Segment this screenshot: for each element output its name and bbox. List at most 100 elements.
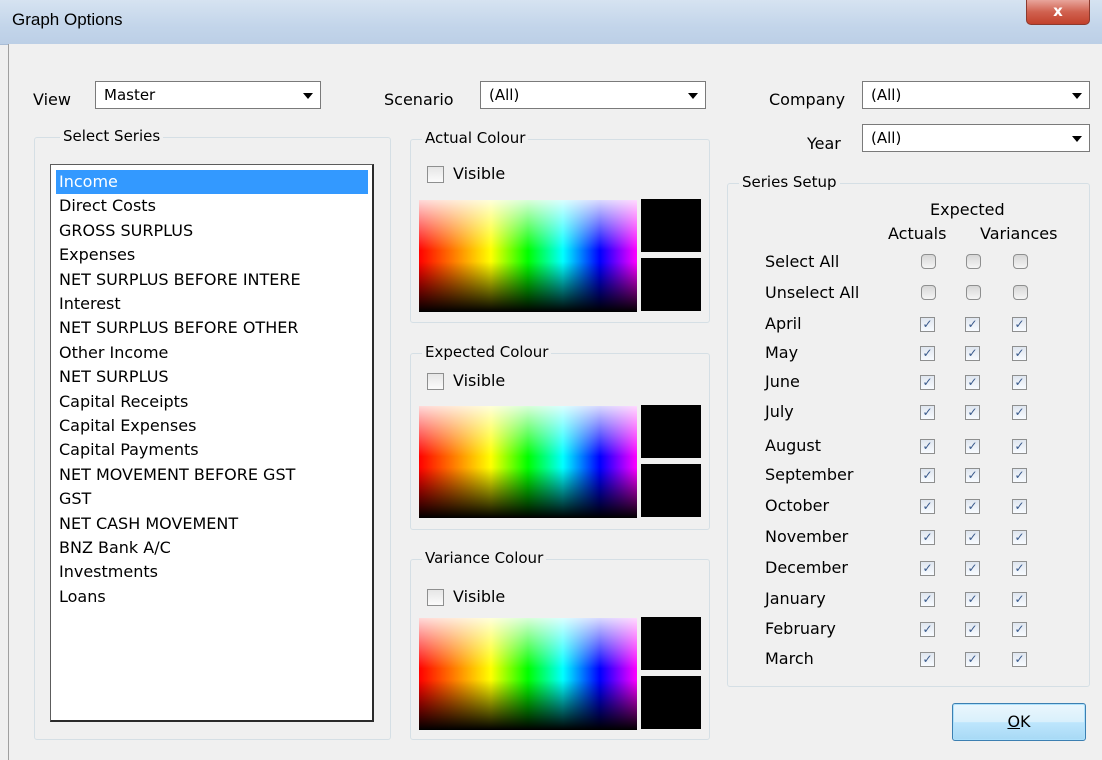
variance-colour-swatch[interactable] <box>641 617 701 670</box>
select-all-variances-checkbox[interactable] <box>1013 254 1028 269</box>
check-icon: ✓ <box>922 652 933 666</box>
actual-colour-swatch-secondary[interactable] <box>641 258 701 311</box>
check-icon: ✓ <box>1014 439 1025 453</box>
scenario-value: (All) <box>489 86 520 104</box>
expected-colour-swatch[interactable] <box>641 405 701 458</box>
unselect-all-variances-checkbox[interactable] <box>1013 285 1028 300</box>
month-actuals-checkbox[interactable]: ✓ <box>920 530 935 545</box>
unselect-all-actuals-checkbox[interactable] <box>921 285 936 300</box>
month-variances-checkbox[interactable]: ✓ <box>1012 375 1027 390</box>
series-list-item[interactable]: Loans <box>56 585 371 609</box>
series-list-item[interactable]: NET SURPLUS <box>56 365 371 389</box>
series-list-item[interactable]: NET MOVEMENT BEFORE GST <box>56 463 371 487</box>
series-listbox[interactable]: Income Direct Costs GROSS SURPLUS Expenses N… <box>50 164 374 722</box>
month-variances-checkbox[interactable]: ✓ <box>1012 499 1027 514</box>
month-expected-checkbox[interactable]: ✓ <box>965 439 980 454</box>
view-label: View <box>33 90 71 109</box>
month-label: March <box>765 649 814 668</box>
month-variances-checkbox[interactable]: ✓ <box>1012 468 1027 483</box>
ok-button[interactable]: OK <box>952 703 1086 741</box>
month-actuals-checkbox[interactable]: ✓ <box>920 317 935 332</box>
month-expected-checkbox[interactable]: ✓ <box>965 317 980 332</box>
expected-colour-swatch-secondary[interactable] <box>641 464 701 517</box>
variance-colour-swatch-secondary[interactable] <box>641 676 701 729</box>
unselect-all-expected-checkbox[interactable] <box>966 285 981 300</box>
month-expected-checkbox[interactable]: ✓ <box>965 652 980 667</box>
month-variances-checkbox[interactable]: ✓ <box>1012 530 1027 545</box>
select-all-actuals-checkbox[interactable] <box>921 254 936 269</box>
view-dropdown[interactable]: Master <box>95 81 321 109</box>
series-list-item[interactable]: Capital Payments <box>56 438 371 462</box>
month-label: August <box>765 436 821 455</box>
month-expected-checkbox[interactable]: ✓ <box>965 499 980 514</box>
series-list-item[interactable]: Capital Expenses <box>56 414 371 438</box>
check-icon: ✓ <box>1014 375 1025 389</box>
window-title: Graph Options <box>12 10 123 29</box>
series-list-item[interactable]: NET SURPLUS BEFORE INTERE <box>56 268 371 292</box>
month-variances-checkbox[interactable]: ✓ <box>1012 439 1027 454</box>
month-expected-checkbox[interactable]: ✓ <box>965 530 980 545</box>
series-list-item[interactable]: GROSS SURPLUS <box>56 219 371 243</box>
month-expected-checkbox[interactable]: ✓ <box>965 592 980 607</box>
actual-colour-spectrum[interactable] <box>419 200 637 312</box>
month-label: June <box>765 372 800 391</box>
month-actuals-checkbox[interactable]: ✓ <box>920 652 935 667</box>
check-icon: ✓ <box>922 346 933 360</box>
month-actuals-checkbox[interactable]: ✓ <box>920 561 935 576</box>
month-variances-checkbox[interactable]: ✓ <box>1012 622 1027 637</box>
series-list-item[interactable]: Income <box>56 170 368 194</box>
month-variances-checkbox[interactable]: ✓ <box>1012 592 1027 607</box>
month-expected-checkbox[interactable]: ✓ <box>965 346 980 361</box>
check-icon: ✓ <box>1014 468 1025 482</box>
series-list-item[interactable]: NET CASH MOVEMENT <box>56 512 371 536</box>
company-dropdown[interactable]: (All) <box>862 81 1090 109</box>
series-list-item[interactable]: Investments <box>56 560 371 584</box>
month-expected-checkbox[interactable]: ✓ <box>965 622 980 637</box>
actual-visible-checkbox[interactable] <box>427 166 444 183</box>
month-actuals-checkbox[interactable]: ✓ <box>920 592 935 607</box>
variance-visible-checkbox[interactable] <box>427 589 444 606</box>
month-actuals-checkbox[interactable]: ✓ <box>920 439 935 454</box>
month-actuals-checkbox[interactable]: ✓ <box>920 499 935 514</box>
month-variances-checkbox[interactable]: ✓ <box>1012 652 1027 667</box>
month-variances-checkbox[interactable]: ✓ <box>1012 405 1027 420</box>
year-dropdown[interactable]: (All) <box>862 124 1090 152</box>
scenario-dropdown[interactable]: (All) <box>480 81 706 109</box>
series-list-item[interactable]: Interest <box>56 292 371 316</box>
close-button[interactable]: x <box>1026 0 1090 25</box>
month-actuals-checkbox[interactable]: ✓ <box>920 405 935 420</box>
variance-colour-spectrum[interactable] <box>419 618 637 730</box>
series-list-item[interactable]: Capital Receipts <box>56 390 371 414</box>
expected-visible-checkbox[interactable] <box>427 373 444 390</box>
month-actuals-checkbox[interactable]: ✓ <box>920 346 935 361</box>
ok-mnemonic: O <box>1007 712 1021 731</box>
check-icon: ✓ <box>922 405 933 419</box>
check-icon: ✓ <box>1014 622 1025 636</box>
select-all-expected-checkbox[interactable] <box>966 254 981 269</box>
month-actuals-checkbox[interactable]: ✓ <box>920 622 935 637</box>
month-variances-checkbox[interactable]: ✓ <box>1012 561 1027 576</box>
chevron-down-icon <box>688 93 698 99</box>
month-variances-checkbox[interactable]: ✓ <box>1012 317 1027 332</box>
check-icon: ✓ <box>922 530 933 544</box>
series-list-item[interactable]: Direct Costs <box>56 194 371 218</box>
month-expected-checkbox[interactable]: ✓ <box>965 405 980 420</box>
check-icon: ✓ <box>922 317 933 331</box>
series-list-item[interactable]: NET SURPLUS BEFORE OTHER <box>56 316 371 340</box>
check-icon: ✓ <box>1014 317 1025 331</box>
month-actuals-checkbox[interactable]: ✓ <box>920 375 935 390</box>
month-expected-checkbox[interactable]: ✓ <box>965 468 980 483</box>
series-list-item[interactable]: Expenses <box>56 243 371 267</box>
expected-colour-spectrum[interactable] <box>419 406 637 518</box>
check-icon: ✓ <box>922 561 933 575</box>
series-list-item[interactable]: BNZ Bank A/C <box>56 536 371 560</box>
month-actuals-checkbox[interactable]: ✓ <box>920 468 935 483</box>
series-list-item[interactable]: Other Income <box>56 341 371 365</box>
month-expected-checkbox[interactable]: ✓ <box>965 375 980 390</box>
check-icon: ✓ <box>967 652 978 666</box>
actual-colour-swatch[interactable] <box>641 199 701 252</box>
month-expected-checkbox[interactable]: ✓ <box>965 561 980 576</box>
series-list-item[interactable]: GST <box>56 487 371 511</box>
month-variances-checkbox[interactable]: ✓ <box>1012 346 1027 361</box>
check-icon: ✓ <box>967 439 978 453</box>
